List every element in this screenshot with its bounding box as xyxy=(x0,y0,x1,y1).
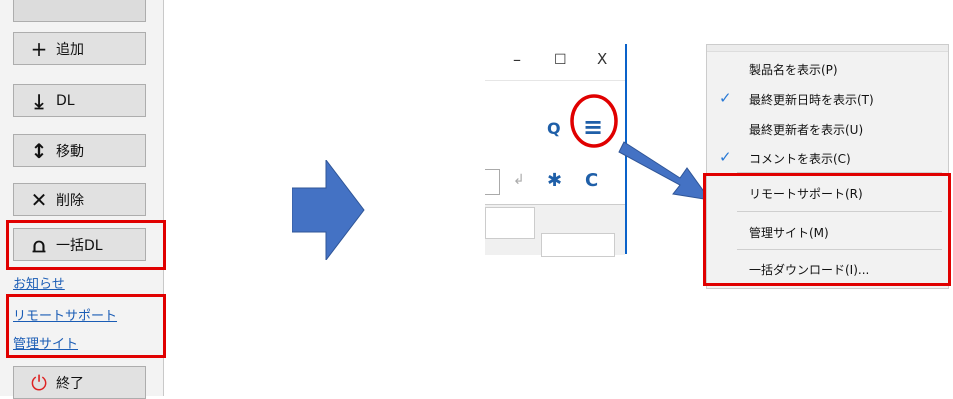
right-arrow-icon xyxy=(292,160,365,260)
minimize-button[interactable]: – xyxy=(513,50,521,69)
add-button[interactable]: + 追加 xyxy=(13,32,146,65)
add-button-label: 追加 xyxy=(56,41,84,58)
top-button-stub[interactable] xyxy=(13,0,146,22)
close-button[interactable]: X xyxy=(597,50,607,68)
menu-item-show-comment[interactable]: コメントを表示(C) xyxy=(749,150,851,167)
links-highlight xyxy=(6,294,166,358)
check-icon: ✓ xyxy=(719,89,732,107)
hamburger-highlight xyxy=(570,94,618,148)
search-input[interactable] xyxy=(485,169,500,195)
menu-top-strip xyxy=(707,45,948,52)
download-button-label: DL xyxy=(56,92,75,109)
delete-button-label: 削除 xyxy=(56,192,84,209)
move-icon: ↕ xyxy=(30,138,48,163)
menu-items-highlight xyxy=(703,173,951,286)
asterisk-icon[interactable]: ✱ xyxy=(547,170,562,191)
content-cell-2 xyxy=(541,233,615,257)
power-icon: ⏻ xyxy=(31,370,47,395)
window-titlebar: – ☐ X xyxy=(485,44,627,80)
refresh-icon[interactable]: C xyxy=(585,170,598,191)
news-link[interactable]: お知らせ xyxy=(13,273,65,292)
exit-button-label: 終了 xyxy=(56,375,84,392)
exit-button[interactable]: ⏻ 終了 xyxy=(13,366,146,399)
maximize-button[interactable]: ☐ xyxy=(554,52,567,68)
move-button-label: 移動 xyxy=(56,143,84,160)
diagonal-arrow-icon xyxy=(618,141,712,201)
bulk-download-highlight xyxy=(6,220,166,270)
menu-item-show-product-name[interactable]: 製品名を表示(P) xyxy=(749,61,838,78)
enter-icon: ↲ xyxy=(513,172,525,188)
download-button[interactable]: ⤓ DL xyxy=(13,84,146,117)
menu-item-show-last-updated[interactable]: 最終更新日時を表示(T) xyxy=(749,91,874,108)
delete-button[interactable]: ✕ 削除 xyxy=(13,183,146,216)
download-icon: ⤓ xyxy=(34,88,44,113)
delete-icon: ✕ xyxy=(30,187,48,212)
content-cell xyxy=(485,207,535,239)
content-area xyxy=(485,204,625,257)
search-icon[interactable]: Q xyxy=(547,119,561,138)
check-icon: ✓ xyxy=(719,148,732,166)
titlebar-divider xyxy=(485,80,625,81)
menu-item-show-last-updater[interactable]: 最終更新者を表示(U) xyxy=(749,121,863,138)
plus-icon: + xyxy=(30,36,48,61)
move-button[interactable]: ↕ 移動 xyxy=(13,134,146,167)
